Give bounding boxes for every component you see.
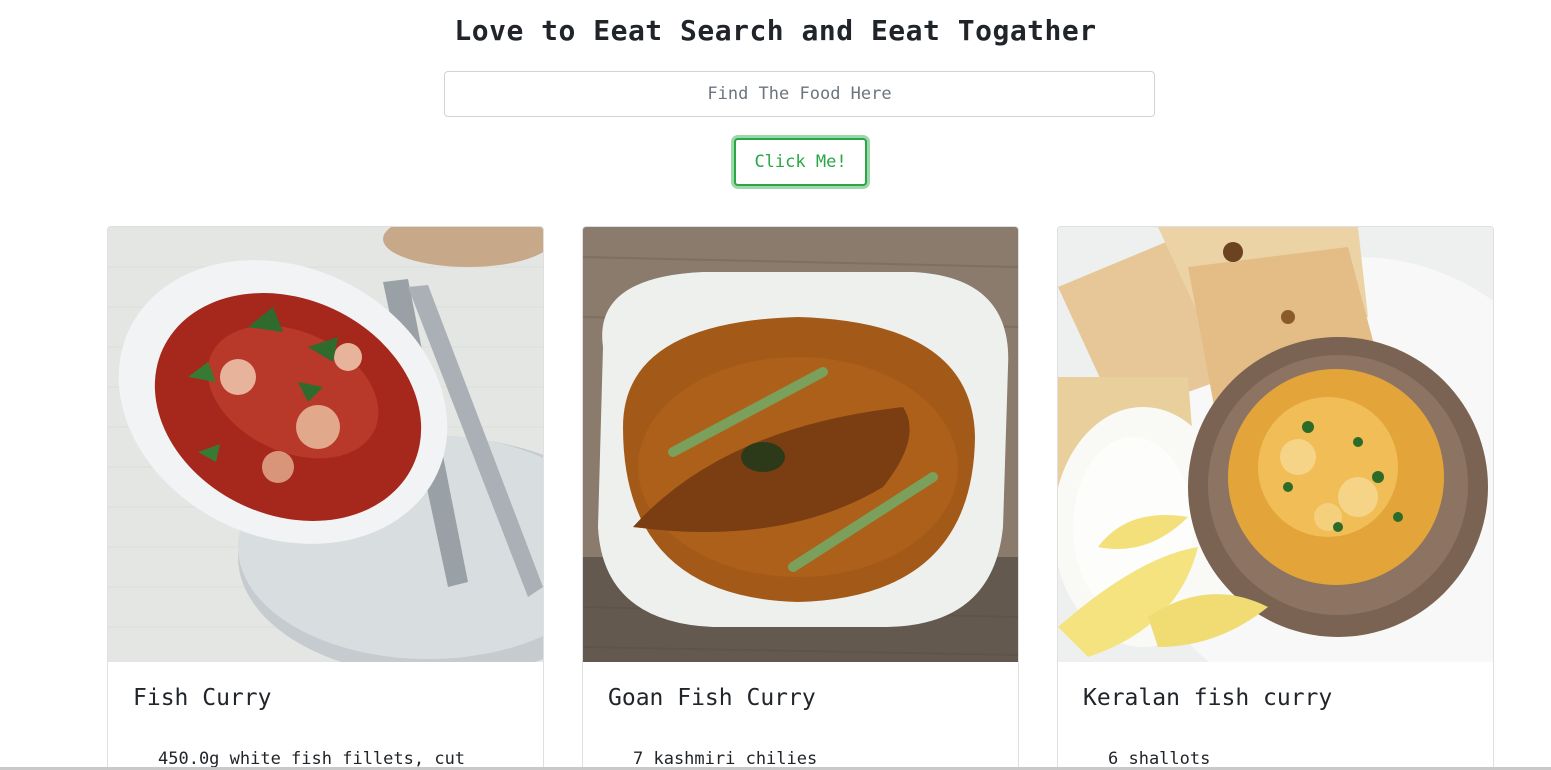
- search-input[interactable]: [444, 71, 1155, 117]
- recipe-card-fish-curry[interactable]: Fish Curry 450.0g white fish fillets, cu…: [107, 226, 544, 770]
- recipe-card-goan-fish-curry[interactable]: Goan Fish Curry 7 kashmiri chilies: [582, 226, 1019, 770]
- goan-fish-curry-image: [583, 227, 1018, 662]
- page-title: Love to Eeat Search and Eeat Togather: [454, 14, 1097, 47]
- card-ingredient: 6 shallots: [1108, 749, 1211, 769]
- card-title: Fish Curry: [133, 685, 272, 711]
- card-title: Keralan fish curry: [1083, 685, 1333, 711]
- card-ingredient: 7 kashmiri chilies: [633, 749, 818, 769]
- page: Love to Eeat Search and Eeat Togather Cl…: [0, 0, 1551, 770]
- recipe-card-keralan-fish-curry[interactable]: Keralan fish curry 6 shallots: [1057, 226, 1494, 770]
- keralan-fish-curry-image: [1058, 227, 1493, 662]
- fish-curry-image: [108, 227, 543, 662]
- click-me-button[interactable]: Click Me!: [734, 138, 867, 186]
- card-title: Goan Fish Curry: [608, 685, 816, 711]
- card-ingredient: 450.0g white fish fillets, cut: [158, 749, 466, 769]
